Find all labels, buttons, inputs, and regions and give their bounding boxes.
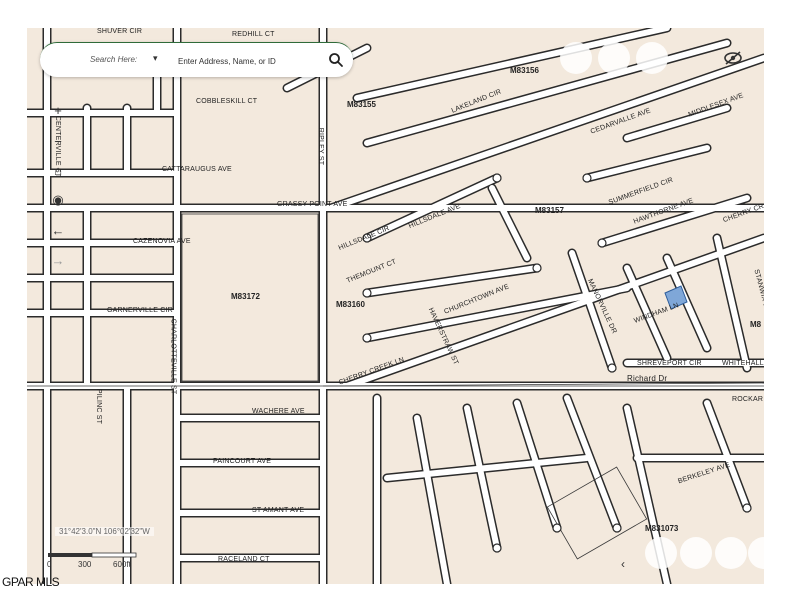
parcel-label: M83155 [347,100,376,109]
search-icon[interactable] [328,52,344,68]
street-label: GARNERVILLE CIR [107,307,173,314]
back-button[interactable]: ← [45,217,71,243]
map-tool-button[interactable] [598,42,630,74]
coordinate-readout: 31°42'3.0"N 106°02'32"W [55,527,154,536]
parcel-label: M8 [750,320,762,329]
street-label: WHITEHALL [722,360,764,367]
street-label: GRASSY POINT AVE [277,201,348,208]
street-label: REDHILL CT [232,31,275,38]
scale-tick: 0 [47,560,52,569]
map-tool-button[interactable] [560,42,592,74]
street-label: PILINC ST [95,388,103,425]
parcel-label: M83156 [510,66,539,75]
map-tool-button[interactable] [715,537,747,569]
search-type-dropdown[interactable]: ▾ [153,53,158,64]
parcel-label: M831073 [645,524,679,533]
forward-button[interactable]: → [45,247,71,273]
zoom-out-button[interactable]: − [45,128,71,154]
street-label: COBBLESKILL CT [196,98,258,105]
eye-slash-icon [724,51,742,65]
home-button[interactable]: ⌂ [45,157,71,183]
parcel-label: M83160 [336,300,365,309]
map-tool-button[interactable] [645,537,677,569]
collapse-arrow-button[interactable]: ‹ [621,557,625,571]
parcel-label: M83157 [535,206,564,215]
map-tool-button[interactable] [680,537,712,569]
street-label: SHUVER CIR [97,28,143,35]
street-label: CHARLOTTEVILLE ST [169,318,177,395]
locate-button[interactable]: ◉ [45,187,71,213]
street-label: RIPLEY ST [317,127,325,166]
scale-tick: 300 [78,560,92,569]
search-bar[interactable]: Search Here: ▾ [40,42,353,77]
street-label: WACHERE AVE [252,408,305,415]
scale-tick: 600ft [113,560,131,569]
street-label: ROCKAR [732,396,764,403]
street-label: RACELAND CT [218,556,270,563]
parcel-label: M83172 [231,292,260,301]
street-label: CAZENOVIA AVE [133,238,191,245]
map-tool-button[interactable] [636,42,668,74]
street-label: PAINCOURT AVE [213,458,272,465]
map-canvas[interactable]: M83156 M83155 M83157 M83172 M83160 M8310… [27,28,764,584]
search-input[interactable] [176,51,330,71]
street-label: CATTARAUGUS AVE [162,166,232,173]
street-network [27,28,764,584]
brand-logo: GPAR MLS [2,575,60,589]
street-label: Richard Dr [627,374,668,383]
visibility-toggle[interactable] [718,43,748,73]
street-label: ST AMANT AVE [252,507,305,514]
zoom-in-button[interactable]: + [45,97,71,123]
street-label: SHREVEPORT CIR [637,360,702,367]
search-hint: Search Here: [90,55,138,64]
